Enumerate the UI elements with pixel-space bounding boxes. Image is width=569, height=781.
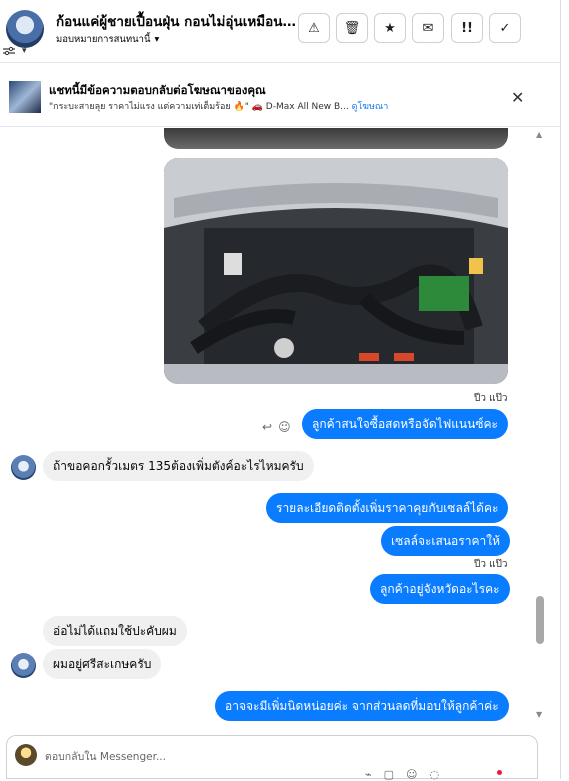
message-photo-partial[interactable] [164,128,508,149]
reply-icon[interactable]: ↩ [262,420,272,434]
assign-conversation[interactable]: มอบหมายการสนทนานี้ ▾ [56,32,159,47]
engine-photo [164,158,508,384]
timestamp: ปีว แป๊ว [474,559,508,570]
report-button[interactable]: ⚠ [298,13,330,43]
mail-icon: ✉ [422,20,434,36]
avatar[interactable] [11,653,36,678]
mark-done-button[interactable]: ✓ [489,13,521,43]
ad-snippet-text: "กระบะสายลุย ราคาไม่แรง แต่ความเท่เต็มร้… [49,102,349,112]
message-actions: ↩ ☺ [262,420,291,434]
gif-icon[interactable]: ◌ [430,768,440,781]
notification-dot [497,770,502,775]
reply-composer[interactable]: ตอบกลับใน Messenger... [6,735,538,779]
spam-button[interactable]: !! [451,13,483,43]
composer-tools: ⌁ ▢ ☺ ◌ [365,768,439,781]
image-icon[interactable]: ▢ [384,768,394,781]
chevron-down-icon: ▾ [154,34,160,45]
reply-input[interactable]: ตอบกลับใน Messenger... [45,748,166,765]
ad-reply-banner: แชทนี้มีข้อความตอบกลับต่อโฆษณาของคุณ "กร… [0,66,560,127]
incoming-message[interactable]: ถ้าขอคอกรั้วเมตร 135ต้องเพิ่มตังค์อะไรไห… [43,451,314,481]
trash-icon: 🗑 [343,20,361,36]
scroll-down-arrow-icon[interactable]: ▼ [536,710,542,719]
ad-snippet: "กระบะสายลุย ราคาไม่แรง แต่ความเท่เต็มร้… [49,99,388,113]
timestamp: ปีว แป๊ว [474,393,508,404]
message-photo-engine[interactable] [164,158,508,384]
delete-button[interactable]: 🗑 [336,13,368,43]
side-panel-edge [560,0,569,779]
filter-icon[interactable] [3,47,15,57]
outgoing-message[interactable]: ลูกค้าสนใจซื้อสดหรือจัดไฟแนนซ์คะ [302,409,508,439]
conversation-title: ก้อนแค่ผู้ชายเปื้อนฝุ่น กอนไม่อุ่นเหมือน… [56,14,301,30]
scrollbar-thumb[interactable] [536,596,544,644]
emoji-icon[interactable]: ☺ [278,420,291,434]
warning-icon: ⚠ [308,20,320,36]
assign-label: มอบหมายการสนทนานี้ [56,34,151,45]
ad-thumbnail [9,81,41,113]
incoming-message[interactable]: อ่อไม่ได้แถมใช้ปะคับผม [43,616,187,646]
view-ad-link[interactable]: ดูโฆษณา [352,102,389,112]
scroll-up-arrow-icon[interactable]: ▲ [536,130,542,139]
spam-icon: !! [461,20,473,36]
incoming-message[interactable]: ผมอยู่ศรีสะเกษครับ [43,649,162,679]
outgoing-message[interactable]: เซลล์จะเสนอราคาให้ [381,526,510,556]
star-icon: ★ [384,20,396,36]
check-icon: ✓ [499,20,511,36]
outgoing-message[interactable]: รายละเอียดติดตั้งเพิ่มราคาคุยกับเซลล์ได้… [266,493,509,523]
star-button[interactable]: ★ [374,13,406,43]
conversation-header: ▾ ก้อนแค่ผู้ชายเปื้อนฝุ่น กอนไม่อุ่นเหมื… [0,0,560,63]
contact-avatar[interactable] [6,10,44,48]
mark-unread-button[interactable]: ✉ [412,13,444,43]
emoji-icon[interactable]: ☺ [406,768,417,781]
close-icon[interactable]: ✕ [511,88,524,107]
outgoing-message[interactable]: ลูกค้าอยู่จังหวัดอะไรคะ [370,574,510,604]
ad-banner-title: แชทนี้มีข้อความตอบกลับต่อโฆษณาของคุณ [49,83,266,97]
page-avatar [15,744,37,766]
outgoing-message[interactable]: อาจจะมีเพิ่มนิดหน่อยค่ะ จากส่วนลดที่มอบใ… [215,691,509,721]
avatar[interactable] [11,455,36,480]
chevron-down-icon[interactable]: ▾ [22,46,27,56]
attach-icon[interactable]: ⌁ [365,768,372,781]
